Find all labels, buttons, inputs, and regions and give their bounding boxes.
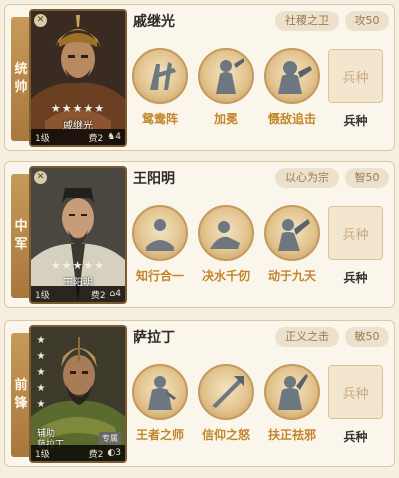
unit-type-icon: ◐ xyxy=(107,448,116,458)
troop-type-label: 兵种 xyxy=(343,430,368,444)
skill-icon-1[interactable] xyxy=(132,205,188,261)
skill-label-1: 知行合一 xyxy=(135,269,184,283)
hero-card-1: 统帅 ✕ ★★★★★ 戚继光 1级 费2 ♞ 4 戚继光 社稷之卫 攻50 鸳鸯… xyxy=(4,4,395,151)
hero-portrait[interactable]: ✕ ★★★★★ 戚继光 1级 费2 ♞ 4 xyxy=(29,9,127,147)
skill-icon-3[interactable] xyxy=(264,205,320,261)
cost-text: 费2 xyxy=(90,290,106,301)
hero-card-2: 中军 ✕ ★★★★★ 王阳明 1级 费2 ⌂ 4 王阳明 以心为宗 智50 知行… xyxy=(4,161,395,308)
hero-portrait[interactable]: ✕ ★★★★★ 王阳明 1级 费2 ⌂ 4 xyxy=(29,166,127,304)
portrait-subtitle: 辅助 xyxy=(37,429,56,439)
unit-count: 3 xyxy=(115,448,121,458)
skill-label-1: 王者之师 xyxy=(135,428,184,442)
troop-type-button[interactable]: 兵种 xyxy=(328,365,383,419)
hero-name: 王阳明 xyxy=(133,171,175,187)
stat-tag: 智50 xyxy=(345,168,389,188)
role-label: 中军 xyxy=(11,174,31,298)
skill-icon-2[interactable] xyxy=(198,364,254,420)
stat-tag: 攻50 xyxy=(345,11,389,31)
level-text: 1级 xyxy=(35,290,50,301)
skill-label-2: 加冕 xyxy=(213,112,238,126)
troop-type-button[interactable]: 兵种 xyxy=(328,49,383,103)
rank-badge-icon: ✕ xyxy=(34,171,47,184)
skill-label-3: 扶正祛邪 xyxy=(267,428,316,442)
trait-tag: 正义之击 xyxy=(275,327,339,347)
skill-label-3: 慑敌追击 xyxy=(267,112,316,126)
hero-portrait[interactable]: ★★★★★ 辅助 萨拉丁 专属 1级 费2 ◐ 3 xyxy=(29,325,127,463)
skill-icon-3[interactable] xyxy=(264,48,320,104)
star-rating: ★★★★★ xyxy=(50,259,106,272)
level-text: 1级 xyxy=(35,133,50,144)
trait-tag: 社稷之卫 xyxy=(275,11,339,31)
skill-icon-1[interactable] xyxy=(132,364,188,420)
skill-icon-3[interactable] xyxy=(264,364,320,420)
hero-name: 戚继光 xyxy=(133,14,175,30)
trait-tag: 以心为宗 xyxy=(275,168,339,188)
troop-type-label: 兵种 xyxy=(343,271,368,285)
skill-icon-1[interactable] xyxy=(132,48,188,104)
cost-text: 费2 xyxy=(88,449,104,460)
skill-label-2: 决水千仞 xyxy=(201,269,250,283)
troop-type-button[interactable]: 兵种 xyxy=(328,206,383,260)
skill-icon-2[interactable] xyxy=(198,205,254,261)
exclusive-tag: 专属 xyxy=(99,432,121,445)
horse-icon: ♞ xyxy=(107,132,116,142)
portrait-info-bar: 1级 费2 ◐ 3 xyxy=(31,445,125,461)
portrait-info-bar: 1级 费2 ♞ 4 xyxy=(31,129,125,145)
star-rating: ★★★★★ xyxy=(36,335,46,410)
unit-count: 4 xyxy=(115,132,121,142)
skill-label-3: 动于九天 xyxy=(267,269,316,283)
rank-badge-icon: ✕ xyxy=(34,14,47,27)
skill-label-2: 信仰之怒 xyxy=(201,428,250,442)
hero-name: 萨拉丁 xyxy=(133,330,175,346)
skill-icon-2[interactable] xyxy=(198,48,254,104)
role-label: 统帅 xyxy=(11,17,31,141)
troop-type-label: 兵种 xyxy=(343,114,368,128)
stat-tag: 敏50 xyxy=(345,327,389,347)
hero-card-3: 前锋 ★★★★★ 辅助 萨拉丁 专属 1级 费2 ◐ 3 萨拉丁 正义之击 敏5… xyxy=(4,320,395,467)
unit-count: 4 xyxy=(115,289,121,299)
level-text: 1级 xyxy=(35,449,50,460)
role-label: 前锋 xyxy=(11,333,31,457)
cost-text: 费2 xyxy=(88,133,104,144)
star-rating: ★★★★★ xyxy=(50,102,106,115)
skill-label-1: 鸳鸯阵 xyxy=(141,112,178,126)
portrait-info-bar: 1级 费2 ⌂ 4 xyxy=(31,286,125,302)
